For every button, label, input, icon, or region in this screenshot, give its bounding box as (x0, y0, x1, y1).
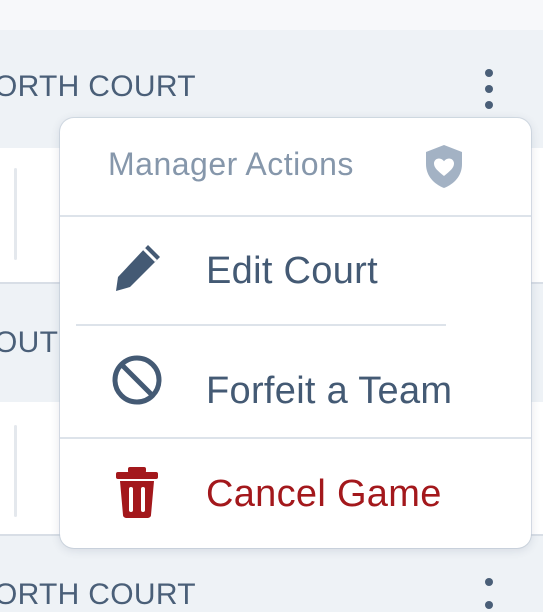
menu-item-label: Cancel Game (206, 473, 442, 515)
menu-header: Manager Actions (60, 118, 531, 217)
top-bar (0, 0, 543, 30)
trash-icon (116, 467, 158, 518)
pencil-icon (116, 245, 160, 291)
slot-divider (14, 425, 17, 517)
kebab-icon[interactable] (478, 578, 500, 609)
edit-court-menu-item[interactable]: Edit Court (60, 217, 531, 327)
slot-divider (14, 168, 17, 260)
forfeit-team-menu-item[interactable]: Forfeit a Team (60, 327, 531, 439)
court-name: OUT (0, 326, 59, 359)
kebab-icon[interactable] (478, 69, 500, 109)
ban-icon (112, 355, 162, 405)
menu-item-label: Edit Court (206, 250, 378, 292)
court-name: ORTH COURT (0, 578, 196, 611)
menu-title: Manager Actions (108, 146, 354, 182)
menu-item-label: Forfeit a Team (206, 370, 453, 412)
cancel-game-menu-item[interactable]: Cancel Game (60, 439, 531, 548)
court-name: ORTH COURT (0, 70, 196, 103)
shield-heart-icon (426, 145, 462, 188)
manager-actions-menu: Manager Actions Edit Court Forfeit a Tea… (60, 118, 531, 548)
